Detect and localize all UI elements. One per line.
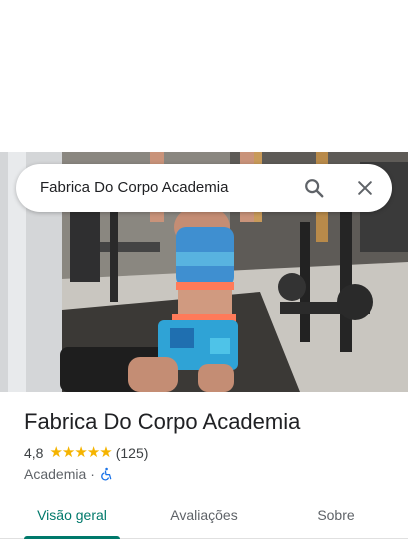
star-icon: ★: [86, 444, 100, 461]
search-input[interactable]: Fabrica Do Corpo Academia: [40, 178, 228, 198]
tab-bar: Visão geral Avaliações Sobre: [0, 492, 408, 539]
tab-reviews[interactable]: Avaliações: [156, 492, 252, 538]
rating-value: 4,8: [24, 445, 44, 461]
star-rating: ★ ★ ★ ★ ★: [49, 444, 112, 461]
tab-label: Visão geral: [37, 507, 107, 523]
search-icon[interactable]: [302, 176, 326, 200]
star-icon: ★: [99, 444, 112, 461]
tab-label: Sobre: [317, 507, 355, 523]
star-icon: ★: [61, 444, 75, 461]
search-bar[interactable]: Fabrica Do Corpo Academia: [16, 164, 392, 212]
star-icon: ★: [74, 444, 87, 461]
close-icon[interactable]: [353, 176, 377, 200]
place-category: Academia: [24, 466, 87, 482]
category-row: Academia ·: [24, 465, 113, 483]
star-icon: ★: [49, 444, 62, 461]
rating-row[interactable]: 4,8 ★ ★ ★ ★ ★ (125): [24, 444, 148, 462]
tab-overview[interactable]: Visão geral: [24, 492, 120, 539]
tab-label: Avaliações: [170, 507, 238, 523]
tab-about[interactable]: Sobre: [290, 492, 382, 538]
wheelchair-icon: [99, 467, 113, 481]
active-tab-indicator: [24, 536, 120, 539]
place-title: Fabrica Do Corpo Academia: [24, 409, 301, 434]
review-count[interactable]: (125): [116, 445, 149, 461]
separator: ·: [90, 466, 95, 482]
